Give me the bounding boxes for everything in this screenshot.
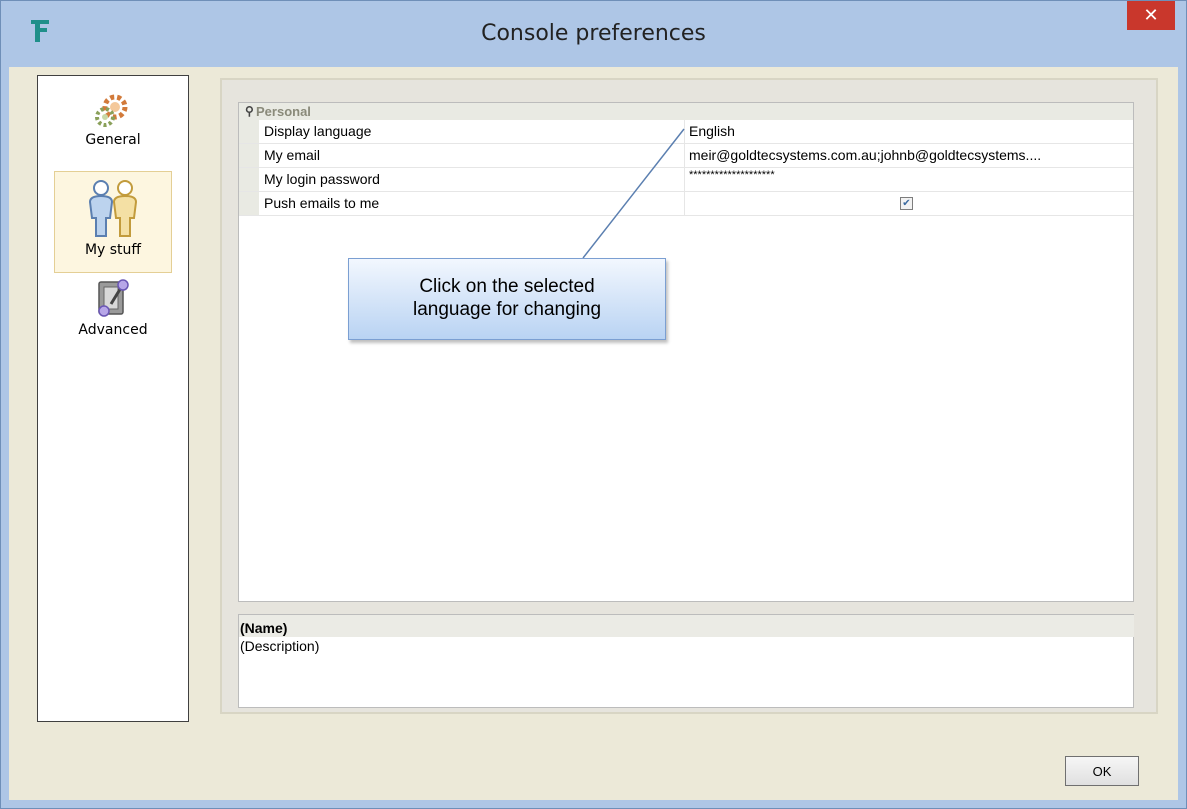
nav-item-general[interactable]: General <box>54 90 172 170</box>
property-name: Push emails to me <box>264 195 380 211</box>
password-value[interactable]: ******************** <box>689 169 1129 181</box>
callout-line-2: language for changing <box>412 299 602 320</box>
push-emails-checkbox[interactable]: ✔ <box>900 197 913 210</box>
property-name: My email <box>264 147 321 163</box>
row-margin <box>239 120 259 143</box>
column-separator <box>684 120 685 143</box>
window-title: Console preferences <box>481 21 706 46</box>
email-value[interactable]: meir@goldtecsystems.com.au;johnb@goldtec… <box>689 147 1129 163</box>
property-row-display-language[interactable]: Display language English <box>239 120 1133 144</box>
nav-item-my-stuff[interactable]: My stuff <box>54 171 172 273</box>
dialog-client-area: General My stuff Advanced ⚲ Personal Dis… <box>9 67 1178 800</box>
callout-line-1: Click on the selected <box>419 276 595 297</box>
column-separator <box>684 192 685 215</box>
row-margin <box>239 144 259 167</box>
ok-button[interactable]: OK <box>1065 756 1139 786</box>
row-margin <box>239 168 259 191</box>
description-text: (Description) <box>240 638 320 654</box>
property-row-my-email[interactable]: My email meir@goldtecsystems.com.au;john… <box>239 144 1133 168</box>
title-bar[interactable]: Console preferences ✕ <box>1 1 1186 67</box>
property-row-login-password[interactable]: My login password ******************** <box>239 168 1133 192</box>
property-grid: ⚲ Personal Display language English My e… <box>238 102 1134 602</box>
nav-label-advanced: Advanced <box>78 322 148 338</box>
row-margin <box>239 192 259 215</box>
property-name: Display language <box>264 123 372 139</box>
hint-callout: Click on the selected language for chang… <box>348 258 666 340</box>
gear-icon <box>95 94 128 127</box>
close-button[interactable]: ✕ <box>1127 1 1175 30</box>
column-separator <box>684 144 685 167</box>
column-separator <box>684 168 685 191</box>
display-language-value[interactable]: English <box>689 123 1129 139</box>
property-name: My login password <box>264 171 380 187</box>
category-row-personal[interactable]: ⚲ Personal <box>239 103 1133 120</box>
settings-panel: ⚲ Personal Display language English My e… <box>220 78 1158 714</box>
preferences-window: Console preferences ✕ General My stuff A… <box>0 0 1187 809</box>
nav-label-general: General <box>85 132 141 148</box>
description-panel: (Name) (Description) <box>238 614 1134 708</box>
category-nav: General My stuff Advanced <box>37 75 189 722</box>
description-name: (Name) <box>239 615 1134 637</box>
pin-icon: ⚲ <box>245 104 254 118</box>
nav-item-advanced[interactable]: Advanced <box>54 276 172 348</box>
users-icon <box>88 180 138 237</box>
switch-icon <box>98 279 129 317</box>
category-label: Personal <box>256 104 311 119</box>
property-row-push-emails[interactable]: Push emails to me ✔ <box>239 192 1133 216</box>
nav-label-my-stuff: My stuff <box>84 242 142 258</box>
